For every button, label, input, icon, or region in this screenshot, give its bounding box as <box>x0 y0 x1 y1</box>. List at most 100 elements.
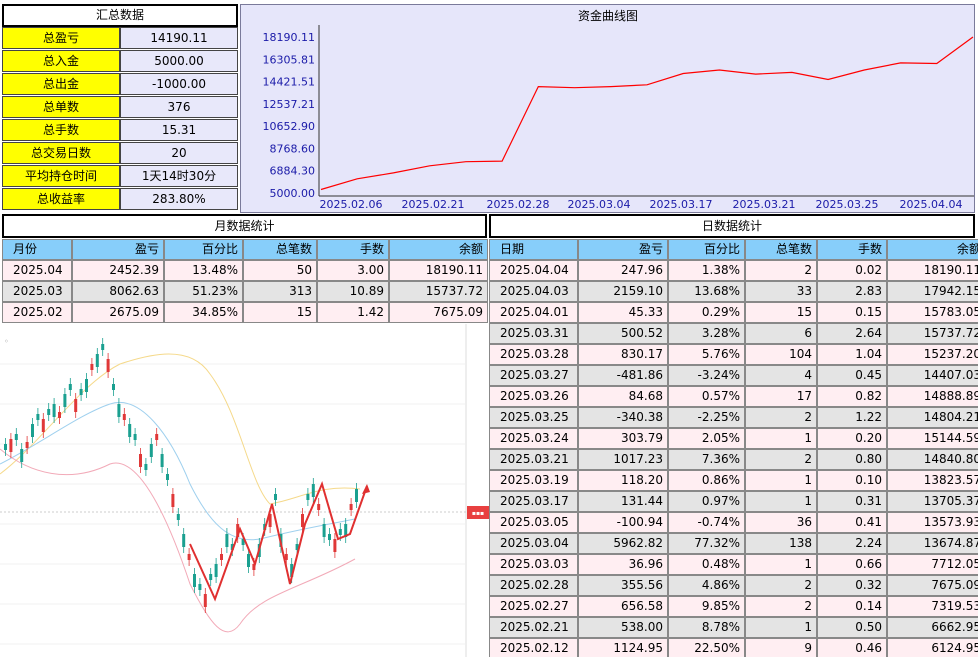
table-cell: 15737.72 <box>887 323 978 344</box>
table-cell: 9 <box>745 638 817 657</box>
table-cell: 500.52 <box>578 323 668 344</box>
table-cell: 355.56 <box>578 575 668 596</box>
table-cell: 6662.95 <box>887 617 978 638</box>
table-cell: 538.00 <box>578 617 668 638</box>
table-cell: 15144.59 <box>887 428 978 449</box>
table-cell: 15237.20 <box>887 344 978 365</box>
table-cell: 0.82 <box>817 386 887 407</box>
table-cell: 18190.11 <box>887 260 978 281</box>
table-cell: 1 <box>745 554 817 575</box>
table-cell: 2025.04.04 <box>489 260 578 281</box>
table-cell: 14804.21 <box>887 407 978 428</box>
table-cell: 36.96 <box>578 554 668 575</box>
table-cell: 2 <box>745 596 817 617</box>
table-cell: 313 <box>243 281 317 302</box>
column-header: 盈亏 <box>578 239 668 260</box>
y-tick-label: 10652.90 <box>263 120 316 133</box>
table-cell: -481.86 <box>578 365 668 386</box>
table-cell: 0.45 <box>817 365 887 386</box>
table-cell: 2025.03.26 <box>489 386 578 407</box>
table-cell: 2.64 <box>817 323 887 344</box>
column-header: 手数 <box>817 239 887 260</box>
table-cell: 2452.39 <box>72 260 164 281</box>
table-cell: 2025.04.01 <box>489 302 578 323</box>
summary-row: 总交易日数 20 <box>2 142 238 164</box>
summary-label: 平均持仓时间 <box>2 165 120 187</box>
table-cell: 2025.02.21 <box>489 617 578 638</box>
column-header: 百分比 <box>164 239 243 260</box>
table-cell: 0.50 <box>817 617 887 638</box>
table-cell: 4.86% <box>668 575 745 596</box>
table-cell: 15 <box>243 302 317 323</box>
table-cell: 0.31 <box>817 491 887 512</box>
table-cell: 36 <box>745 512 817 533</box>
table-cell: 8.78% <box>668 617 745 638</box>
summary-value: 14190.11 <box>120 27 238 49</box>
table-cell: 2 <box>745 575 817 596</box>
table-cell: 0.15 <box>817 302 887 323</box>
x-tick-label: 2025.02.28 <box>487 198 550 211</box>
table-cell: 104 <box>745 344 817 365</box>
table-cell: -3.24% <box>668 365 745 386</box>
table-cell: 0.29% <box>668 302 745 323</box>
equity-curve-svg: 资金曲线图 18190.11 16305.81 14421.51 12537.21 10… <box>263 8 974 211</box>
y-tick-label: 6884.30 <box>270 165 316 178</box>
table-cell: 7712.05 <box>887 554 978 575</box>
summary-value: 5000.00 <box>120 50 238 72</box>
summary-value: -1000.00 <box>120 73 238 95</box>
price-chart-image: ▪▪▪ ◦ <box>0 324 489 657</box>
table-cell: 2025.03.25 <box>489 407 578 428</box>
table-cell: 2159.10 <box>578 281 668 302</box>
summary-value: 15.31 <box>120 119 238 141</box>
table-cell: 18190.11 <box>389 260 488 281</box>
table-cell: 2675.09 <box>72 302 164 323</box>
table-cell: 0.14 <box>817 596 887 617</box>
column-header: 总笔数 <box>243 239 317 260</box>
table-cell: 2025.03.05 <box>489 512 578 533</box>
table-cell: 15 <box>745 302 817 323</box>
x-tick-label: 2025.04.04 <box>900 198 963 211</box>
summary-label: 总单数 <box>2 96 120 118</box>
summary-row: 总盈亏 14190.11 <box>2 27 238 49</box>
table-cell: 50 <box>243 260 317 281</box>
table-cell: 0.48% <box>668 554 745 575</box>
table-cell: 830.17 <box>578 344 668 365</box>
monthly-stats-table: 月数据统计 月份 盈亏 百分比 总笔数 手数 余额 2025.04 2452.39 13.48%… <box>0 214 488 326</box>
summary-value: 1天14时30分 <box>120 165 238 187</box>
table-cell: 2025.04 <box>2 260 72 281</box>
column-header: 手数 <box>317 239 389 260</box>
x-tick-label: 2025.03.21 <box>733 198 796 211</box>
table-cell: 10.89 <box>317 281 389 302</box>
y-tick-label: 14421.51 <box>263 76 316 89</box>
table-cell: 2 <box>745 260 817 281</box>
table-cell: 2.83 <box>817 281 887 302</box>
summary-row: 总单数 376 <box>2 96 238 118</box>
table-cell: 131.44 <box>578 491 668 512</box>
table-cell: 3.28% <box>668 323 745 344</box>
table-cell: 3.00 <box>317 260 389 281</box>
table-cell: 0.41 <box>817 512 887 533</box>
table-cell: 0.80 <box>817 449 887 470</box>
table-cell: 1.04 <box>817 344 887 365</box>
summary-row: 平均持仓时间 1天14时30分 <box>2 165 238 187</box>
table-cell: 2 <box>745 449 817 470</box>
table-cell: 0.32 <box>817 575 887 596</box>
table-cell: 0.86% <box>668 470 745 491</box>
svg-text:▪▪▪: ▪▪▪ <box>472 510 484 517</box>
equity-series-line <box>320 36 974 191</box>
table-cell: 2025.03.04 <box>489 533 578 554</box>
table-cell: 2025.04.03 <box>489 281 578 302</box>
table-cell: 15783.05 <box>887 302 978 323</box>
table-cell: 0.66 <box>817 554 887 575</box>
candlestick-chart-svg: ▪▪▪ ◦ <box>0 324 489 657</box>
chart-title: 资金曲线图 <box>578 8 638 23</box>
summary-label: 总交易日数 <box>2 142 120 164</box>
column-header: 百分比 <box>668 239 745 260</box>
table-cell: 2025.03.28 <box>489 344 578 365</box>
daily-stats-table: 日数据统计 日期盈亏百分比总笔数手数余额 2025.04.04247.961.38… <box>489 214 978 657</box>
table-cell: 2025.02.28 <box>489 575 578 596</box>
table-cell: 0.97% <box>668 491 745 512</box>
table-cell: 6124.95 <box>887 638 978 657</box>
table-cell: 2025.03.24 <box>489 428 578 449</box>
column-header: 盈亏 <box>72 239 164 260</box>
